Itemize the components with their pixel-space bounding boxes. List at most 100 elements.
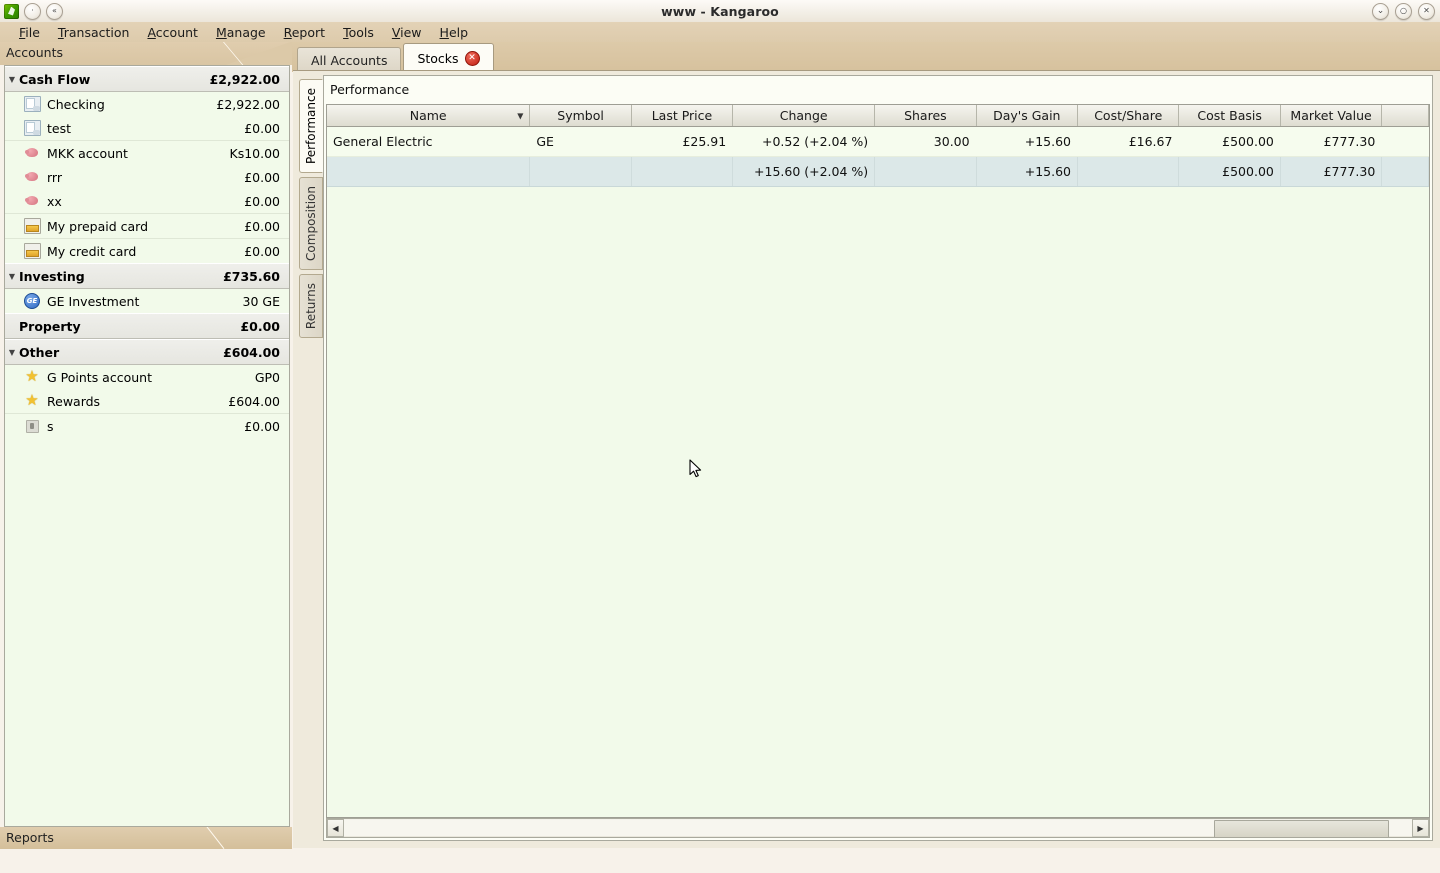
column-header-cost-basis[interactable]: Cost Basis (1178, 105, 1281, 127)
icon-cell: ★ (21, 393, 43, 408)
account-balance: £2,922.00 (216, 96, 280, 112)
menu-view-label: iew (400, 24, 422, 40)
tab-stocks[interactable]: Stocks ✕ (403, 43, 494, 72)
close-button[interactable]: ✕ (1418, 2, 1435, 20)
account-name: MKK account (47, 145, 128, 161)
maximize-button[interactable]: ○ (1395, 2, 1412, 20)
account-row-g-points-account[interactable]: ★ G Points account GP0 (5, 365, 289, 389)
menu-manage-mnemonic: M (215, 24, 227, 40)
column-header-shares[interactable]: Shares (874, 105, 977, 127)
account-row-rrr[interactable]: rrr £0.00 (5, 165, 289, 189)
account-row-mkk-account[interactable]: MKK account Ks10.00 (5, 140, 289, 165)
piggy-bank-icon (24, 146, 40, 160)
performance-view: Performance Name ▼ Symbol Last Price Change S… (323, 75, 1433, 841)
wallet-icon (23, 218, 41, 234)
account-name: Checking (47, 96, 105, 112)
account-balance: £0.00 (244, 169, 280, 185)
column-header-last-price[interactable]: Last Price (631, 105, 734, 127)
expand-triangle-icon[interactable]: ▼ (5, 272, 19, 281)
account-group-other[interactable]: ▼ Other £604.00 (5, 339, 289, 365)
tab-all-accounts[interactable]: All Accounts (297, 47, 402, 72)
scroll-left-button[interactable]: ◀ (327, 819, 344, 837)
cell-shares (874, 156, 977, 187)
account-name: test (47, 120, 72, 136)
tab-returns-label: Returns (304, 283, 318, 330)
panel-header-notch (223, 42, 292, 65)
close-icon[interactable]: ✕ (464, 50, 480, 66)
table-row[interactable]: General Electric GE £25.91 +0.52 (+2.04 %) 3… (327, 126, 1429, 157)
cell-symbol (529, 156, 632, 187)
menu-file-label: ile (25, 24, 40, 40)
account-row-ge-investment[interactable]: GE GE Investment 30 GE (5, 289, 289, 313)
document-tab-bar: All Accounts Stocks ✕ (292, 42, 1440, 72)
menu-tools[interactable]: Tools (334, 23, 383, 42)
account-row-test[interactable]: test £0.00 (5, 116, 289, 140)
menu-file[interactable]: File (10, 23, 49, 42)
tab-returns[interactable]: Returns (299, 274, 323, 339)
menu-account[interactable]: Account (138, 23, 206, 42)
account-row-my-prepaid-card[interactable]: My prepaid card £0.00 (5, 213, 289, 238)
account-group-property[interactable]: ▼Property£0.00 (5, 313, 289, 339)
performance-table: Name ▼ Symbol Last Price Change Shares Day's G… (327, 105, 1429, 187)
account-balance: £0.00 (244, 120, 280, 136)
icon-cell: ★ (21, 367, 43, 385)
minimize-button[interactable]: ⌄ (1372, 2, 1389, 20)
account-row-my-credit-card[interactable]: My credit card £0.00 (5, 238, 289, 263)
menu-help[interactable]: Help (431, 23, 478, 42)
cell-cost-share (1077, 156, 1180, 187)
menu-help-mnemonic: H (439, 24, 449, 40)
reports-panel-title: Reports (6, 830, 54, 845)
generic-account-icon (25, 419, 39, 433)
tab-performance[interactable]: Performance (299, 79, 323, 174)
account-group-cash-flow[interactable]: ▼ Cash Flow £2,922.00 (5, 66, 289, 92)
icon-cell (21, 120, 43, 136)
window-title: www - Kangaroo (661, 3, 779, 19)
column-header-change[interactable]: Change (732, 105, 876, 127)
star-icon: ★ (25, 367, 39, 385)
expand-triangle-icon[interactable]: ▼ (5, 75, 19, 84)
icon-cell (21, 243, 43, 259)
account-name: s (47, 418, 54, 434)
account-row-checking[interactable]: Checking £2,922.00 (5, 92, 289, 116)
scroll-right-button[interactable]: ▶ (1412, 819, 1429, 837)
cell-change: +15.60 (+2.04 %) (732, 156, 876, 187)
column-header-day-s-gain[interactable]: Day's Gain (976, 105, 1079, 127)
account-balance: £0.00 (244, 193, 280, 209)
expand-triangle-icon[interactable]: ▼ (5, 348, 19, 357)
bank-icon (23, 120, 41, 136)
account-row-xx[interactable]: xx £0.00 (5, 189, 289, 213)
menu-transaction[interactable]: Transaction (49, 23, 139, 42)
reports-panel-header[interactable]: Reports (0, 827, 292, 849)
account-row-rewards[interactable]: ★ Rewards £604.00 (5, 389, 289, 413)
menu-view-mnemonic: V (391, 24, 401, 40)
accounts-sidebar: Accounts ▼ Cash Flow £2,922.00 Checking £2,9… (0, 42, 292, 849)
column-header-label: Name (409, 108, 447, 123)
column-header-cost-share[interactable]: Cost/Share (1077, 105, 1180, 127)
accounts-tree[interactable]: ▼ Cash Flow £2,922.00 Checking £2,922.00 test… (4, 65, 290, 827)
menu-report-label: eport (291, 24, 326, 40)
account-group-name: Cash Flow (19, 71, 91, 87)
account-row-s[interactable]: s £0.00 (5, 413, 289, 438)
account-balance: £0.00 (244, 418, 280, 434)
table-summary-row[interactable]: +15.60 (+2.04 %) +15.60 £500.00 £777.30 (327, 156, 1429, 187)
scrollbar-thumb[interactable] (1214, 820, 1390, 838)
column-header-label: Change (779, 108, 828, 123)
cell-market-value: £777.30 (1280, 126, 1382, 157)
horizontal-scrollbar[interactable]: ◀ ▶ (326, 818, 1430, 838)
column-header-filler[interactable] (1381, 105, 1429, 127)
tab-composition[interactable]: Composition (299, 177, 323, 270)
icon-cell (21, 96, 43, 112)
menu-manage[interactable]: Manage (207, 23, 275, 42)
scrollbar-track[interactable] (344, 820, 1412, 838)
sort-desc-icon[interactable]: ▼ (517, 111, 523, 120)
column-header-market-value[interactable]: Market Value (1280, 105, 1383, 127)
menu-bar: File Transaction Account Manage Report T… (0, 22, 1440, 43)
column-header-symbol[interactable]: Symbol (529, 105, 632, 127)
menu-report[interactable]: Report (275, 23, 334, 42)
icon-cell: GE (21, 293, 43, 309)
wallet-icon (23, 243, 41, 259)
account-group-investing[interactable]: ▼ Investing £735.60 (5, 263, 289, 289)
menu-view[interactable]: View (383, 23, 431, 42)
tab-composition-label: Composition (304, 186, 318, 261)
column-header-name[interactable]: Name ▼ (327, 105, 531, 127)
